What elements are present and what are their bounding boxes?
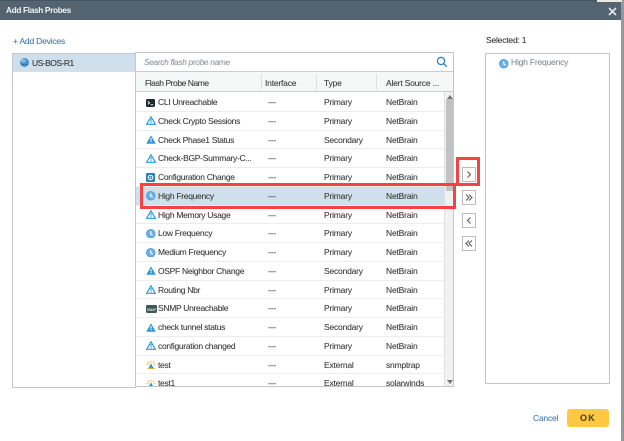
svg-text:SNMP: SNMP: [147, 308, 157, 312]
